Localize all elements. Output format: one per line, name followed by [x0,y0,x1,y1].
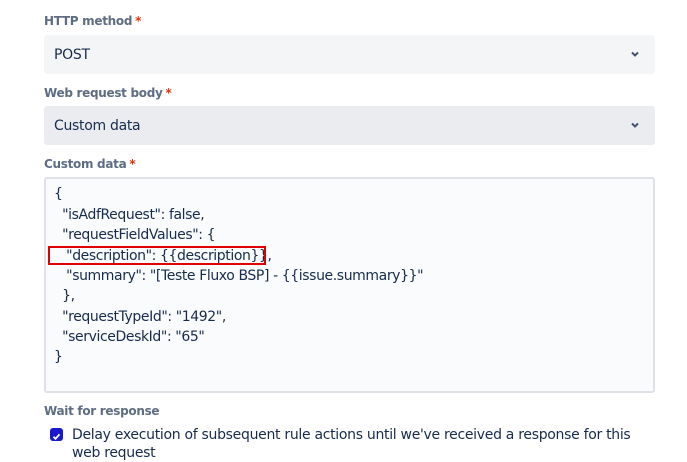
code-line: { [54,186,63,202]
selected-value: POST [54,46,90,63]
code-line: } [54,349,63,365]
code-line: "summary": "[Teste Fluxo BSP] - {{issue.… [54,268,424,284]
label-text: HTTP method [44,14,133,28]
required-marker: * [129,157,136,171]
chevron-down-icon [631,51,639,57]
code-line: }, [54,288,75,304]
wait-checkbox[interactable] [50,428,63,441]
code-line: "requestTypeId": "1492", [54,309,226,325]
http-method-label: HTTP method * [44,14,141,28]
label-text: Custom data [44,157,127,171]
label-text: Web request body [44,86,163,100]
wait-checkbox-label[interactable]: Delay execution of subsequent rule actio… [72,426,652,462]
required-marker: * [135,14,142,28]
checkmark-icon [52,433,61,441]
highlight-annotation-box [48,246,266,265]
custom-data-label: Custom data * [44,157,136,171]
wait-label: Wait for response [44,404,160,418]
body-type-select[interactable]: Custom data [44,106,655,145]
chevron-down-icon [631,122,639,128]
http-method-select[interactable]: POST [44,35,655,74]
code-line: "isAdfRequest": false, [54,207,205,223]
code-line: "serviceDeskId": "65" [54,329,205,345]
code-line: "requestFieldValues": { [54,227,216,243]
selected-value: Custom data [54,117,141,134]
custom-data-textarea[interactable]: { "isAdfRequest": false, "requestFieldVa… [44,177,655,393]
body-type-label: Web request body * [44,86,172,100]
required-marker: * [165,86,172,100]
